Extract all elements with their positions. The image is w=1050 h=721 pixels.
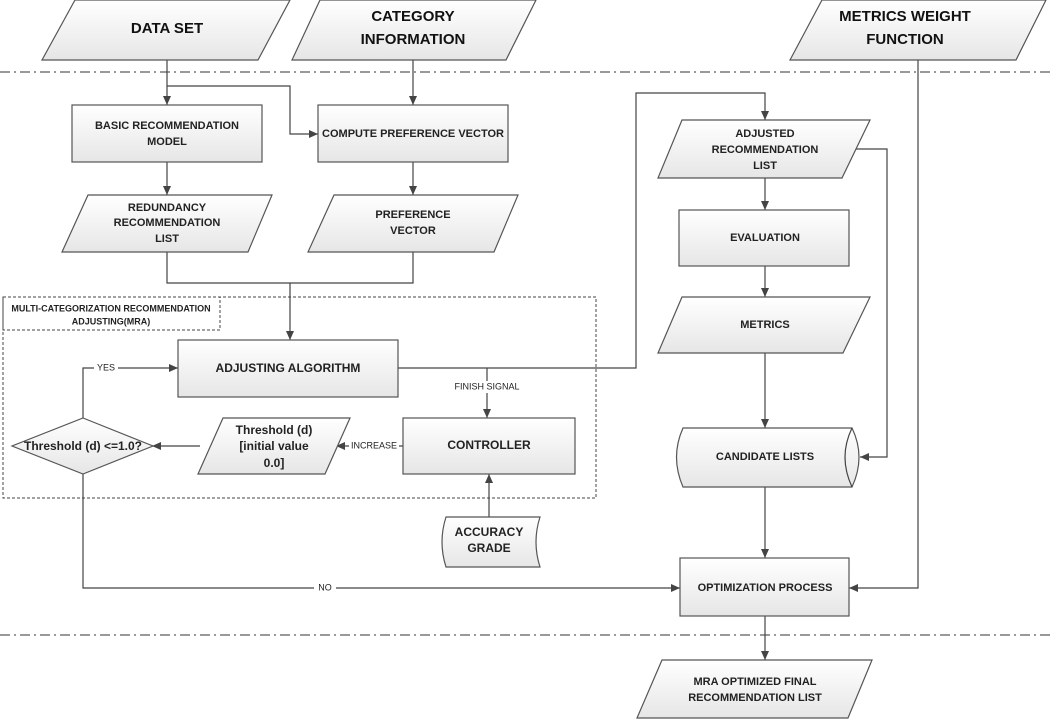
adjusted-recommendation-list: ADJUSTED RECOMMENDATION LIST: [657, 119, 871, 179]
basic-recommendation-model: BASIC RECOMMENDATION MODEL: [71, 104, 263, 163]
adjusting-algorithm: ADJUSTING ALGORITHM: [177, 339, 399, 398]
svg-text:CATEGORY: CATEGORY: [371, 8, 454, 25]
svg-text:REDUNDANCY: REDUNDANCY: [128, 202, 207, 214]
svg-text:BASIC RECOMMENDATION: BASIC RECOMMENDATION: [95, 120, 239, 132]
redundancy-recommendation-list: REDUNDANCY RECOMMENDATION LIST: [61, 194, 273, 253]
svg-text:METRICS WEIGHT: METRICS WEIGHT: [839, 8, 971, 25]
svg-text:RECOMMENDATION: RECOMMENDATION: [114, 217, 221, 229]
svg-text:DATA SET: DATA SET: [131, 20, 203, 37]
svg-text:LIST: LIST: [155, 233, 179, 245]
svg-text:Threshold (d) <=1.0?: Threshold (d) <=1.0?: [24, 439, 142, 453]
svg-text:RECOMMENDATION LIST: RECOMMENDATION LIST: [688, 692, 822, 704]
optimization-process: OPTIMIZATION PROCESS: [679, 557, 850, 617]
svg-text:COMPUTE PREFERENCE VECTOR: COMPUTE PREFERENCE VECTOR: [322, 128, 504, 140]
svg-text:LIST: LIST: [753, 160, 777, 172]
svg-text:ADJUSTING ALGORITHM: ADJUSTING ALGORITHM: [216, 361, 361, 375]
svg-text:ACCURACY: ACCURACY: [455, 525, 524, 539]
svg-text:FUNCTION: FUNCTION: [866, 31, 944, 48]
svg-text:Threshold (d): Threshold (d): [236, 423, 313, 437]
edge-label-no: NO: [318, 582, 332, 592]
accuracy-grade: ACCURACY GRADE: [441, 516, 541, 568]
svg-text:CANDIDATE LISTS: CANDIDATE LISTS: [716, 451, 814, 463]
preference-vector: PREFERENCE VECTOR: [307, 194, 519, 253]
svg-text:GRADE: GRADE: [467, 541, 510, 555]
svg-text:MODEL: MODEL: [147, 136, 187, 148]
svg-text:0.0]: 0.0]: [264, 456, 285, 470]
edge-label-yes: YES: [97, 362, 115, 372]
data-set-input: DATA SET: [40, 0, 291, 61]
threshold-input: Threshold (d) [initial value 0.0]: [197, 417, 351, 475]
flowchart: YES NO FINISH SIGNAL INCREASE DATA SET C…: [0, 0, 1050, 719]
final-recommendation-list: MRA OPTIMIZED FINAL RECOMMENDATION LIST: [636, 659, 873, 719]
svg-text:VECTOR: VECTOR: [390, 225, 436, 237]
svg-text:RECOMMENDATION: RECOMMENDATION: [712, 144, 819, 156]
svg-text:CONTROLLER: CONTROLLER: [447, 438, 531, 452]
compute-preference-vector: COMPUTE PREFERENCE VECTOR: [317, 104, 509, 163]
svg-text:OPTIMIZATION PROCESS: OPTIMIZATION PROCESS: [698, 582, 833, 594]
threshold-decision: Threshold (d) <=1.0?: [10, 417, 155, 475]
candidate-lists: CANDIDATE LISTS: [675, 427, 860, 488]
metrics-weight-function-input: METRICS WEIGHT FUNCTION: [789, 0, 1047, 61]
svg-text:EVALUATION: EVALUATION: [730, 232, 800, 244]
svg-text:ADJUSTED: ADJUSTED: [735, 128, 794, 140]
mra-label: MULTI-CATEGORIZATION RECOMMENDATION: [11, 303, 210, 313]
evaluation: EVALUATION: [678, 209, 850, 267]
svg-text:METRICS: METRICS: [740, 319, 790, 331]
svg-text:INFORMATION: INFORMATION: [361, 31, 466, 48]
edge-label-increase: INCREASE: [351, 440, 397, 450]
metrics: METRICS: [657, 296, 871, 354]
controller: CONTROLLER: [402, 417, 576, 475]
svg-text:ADJUSTING(MRA): ADJUSTING(MRA): [72, 316, 151, 326]
svg-text:PREFERENCE: PREFERENCE: [375, 209, 450, 221]
edge-label-finish-signal: FINISH SIGNAL: [454, 381, 519, 391]
category-information-input: CATEGORY INFORMATION: [291, 0, 537, 61]
svg-text:MRA OPTIMIZED FINAL: MRA OPTIMIZED FINAL: [693, 676, 816, 688]
svg-text:[initial value: [initial value: [239, 439, 309, 453]
